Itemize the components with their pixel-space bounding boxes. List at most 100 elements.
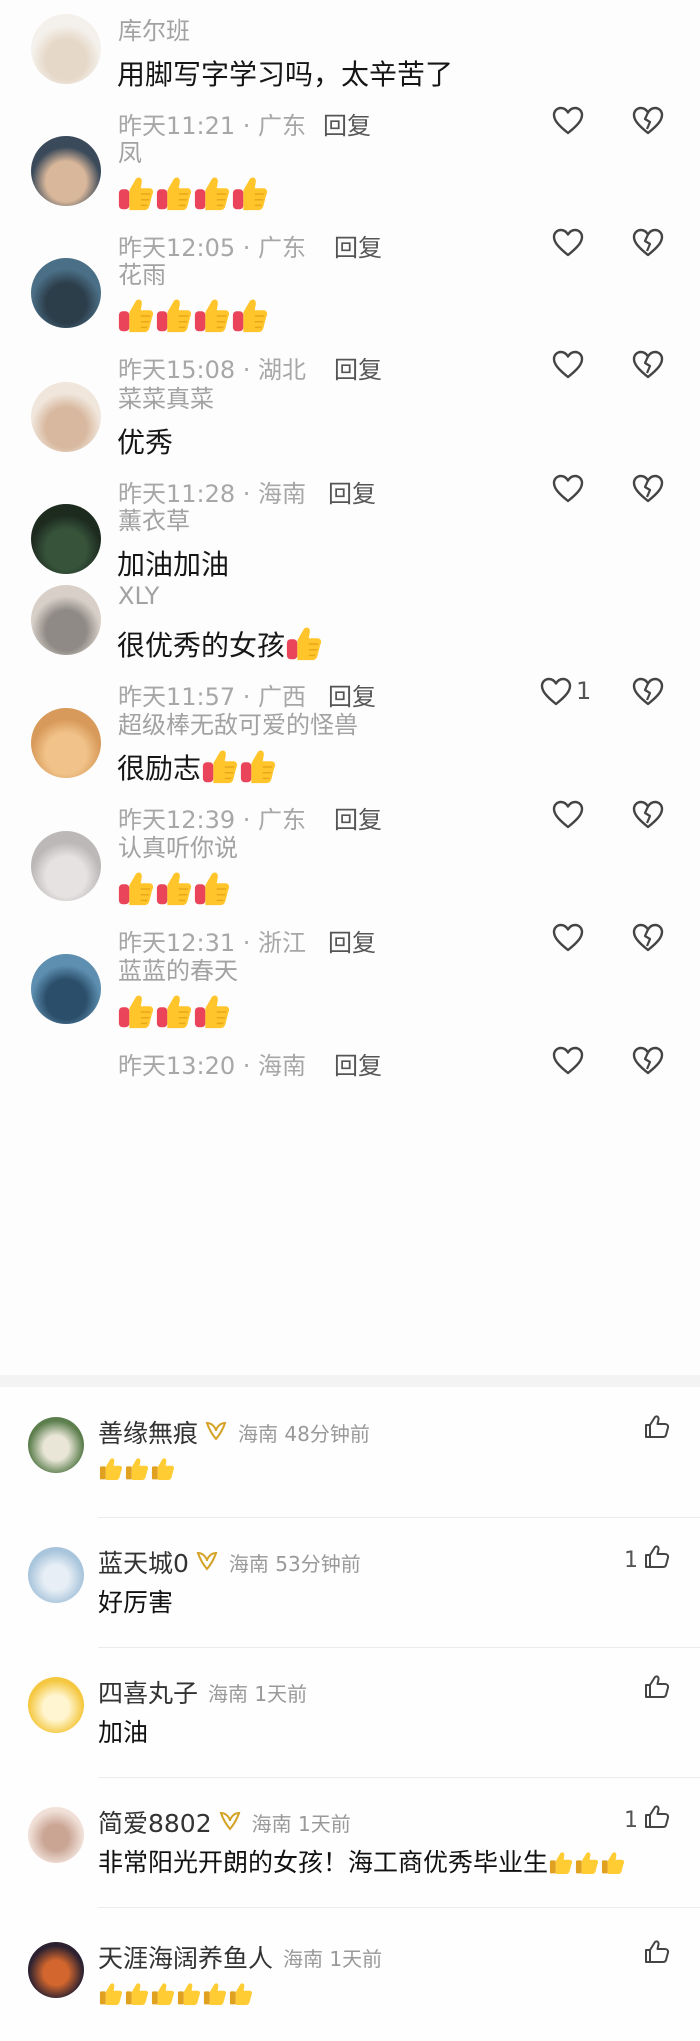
comment-content: 好厉害 [98, 1583, 173, 1619]
broken-heart-icon[interactable] [632, 1046, 664, 1076]
comment-content [117, 297, 269, 335]
divider [98, 1517, 700, 1518]
reply-button[interactable]: 回复 [334, 1046, 382, 1081]
comment-header: 四喜丸子 海南 1天前 [98, 1674, 307, 1710]
broken-heart-icon[interactable] [632, 350, 664, 380]
comment-content [117, 870, 231, 908]
like-button[interactable] [644, 1940, 670, 1970]
heart-icon[interactable] [552, 1046, 584, 1076]
heart-icon[interactable] [552, 800, 584, 830]
like-button[interactable]: 1 [624, 1805, 670, 1835]
comment-text: 优秀 [117, 426, 174, 459]
broken-heart-icon[interactable] [632, 106, 664, 136]
reply-button[interactable]: 回复 [334, 350, 382, 385]
commenter-name[interactable]: 认真听你说 [118, 828, 238, 863]
avatar[interactable] [31, 585, 101, 655]
comment-text: 好厉害 [98, 1588, 174, 1617]
thumbs-up-emoji-icon [239, 748, 277, 786]
commenter-name[interactable]: 蓝蓝的春天 [118, 951, 238, 986]
like-button[interactable] [644, 1675, 670, 1705]
commenter-name[interactable]: 善缘無痕 [98, 1414, 198, 1450]
badge-icon [195, 1548, 219, 1577]
like-button[interactable] [644, 1415, 670, 1445]
comment-item: 蓝蓝的春天 昨天13:20 · 海南 回复 [0, 954, 700, 1120]
avatar[interactable] [31, 258, 101, 328]
thumbs-up-icon[interactable] [644, 1415, 670, 1445]
heart-icon[interactable] [552, 923, 584, 953]
like-count: 1 [576, 677, 592, 705]
avatar[interactable] [31, 136, 101, 206]
commenter-name[interactable]: XLY [118, 582, 159, 610]
comment-meta: 昨天11:21 · 广东 [118, 112, 307, 140]
avatar[interactable] [28, 1807, 84, 1863]
avatar[interactable] [31, 954, 101, 1024]
commenter-name[interactable]: 花雨 [118, 255, 166, 290]
commenter-name[interactable]: 四喜丸子 [98, 1674, 198, 1710]
commenter-name[interactable]: 薰衣草 [118, 501, 190, 536]
divider [98, 1907, 700, 1908]
commenter-name[interactable]: 超级棒无敌可爱的怪兽 [118, 705, 358, 740]
heart-icon[interactable] [552, 106, 584, 136]
thumbs-up-emoji-icon [231, 297, 269, 335]
avatar[interactable] [31, 382, 101, 452]
thumbs-up-emoji-icon [124, 1453, 150, 1482]
avatar[interactable] [28, 1677, 84, 1733]
avatar[interactable] [28, 1417, 84, 1473]
thumbs-up-icon[interactable] [644, 1545, 670, 1575]
reply-button[interactable]: 回复 [323, 106, 371, 141]
broken-heart-icon[interactable] [632, 800, 664, 830]
avatar[interactable] [31, 14, 101, 84]
thumbs-up-emoji-icon [228, 1978, 254, 2007]
thumbs-up-emoji-icon [193, 297, 231, 335]
broken-heart-icon[interactable] [632, 474, 664, 504]
like-count: 1 [624, 1547, 638, 1573]
thumbs-up-icon[interactable] [644, 1805, 670, 1835]
thumbs-up-emoji-icon [202, 1978, 228, 2007]
avatar[interactable] [31, 831, 101, 901]
thumbs-up-icon[interactable] [644, 1940, 670, 1970]
commenter-name[interactable]: 简爱8802 [98, 1804, 212, 1840]
comment-content [98, 1978, 254, 2007]
broken-heart-icon[interactable] [632, 923, 664, 953]
heart-icon[interactable] [540, 677, 572, 707]
thumbs-up-emoji-icon [193, 993, 231, 1031]
reply-button[interactable]: 回复 [334, 228, 382, 263]
like-button[interactable]: 1 [624, 1545, 670, 1575]
divider [98, 1647, 700, 1648]
comment-content: 加油 [98, 1713, 148, 1749]
comment-content: 很励志 [117, 747, 277, 787]
comment-header: 简爱8802 海南 1天前 [98, 1804, 351, 1840]
thumbs-up-emoji-icon [193, 175, 231, 213]
comment-text: 加油加油 [117, 548, 230, 581]
comment-list-top: 库尔班 用脚写字学习吗，太辛苦了 昨天11:21 · 广东 回复凤 昨天12:05 ·… [0, 0, 700, 1375]
thumbs-up-emoji-icon [201, 748, 239, 786]
heart-icon[interactable] [552, 228, 584, 258]
comment-content: 用脚写字学习吗，太辛苦了 [117, 53, 453, 93]
thumbs-up-emoji-icon [285, 625, 323, 663]
comment-text: 加油 [98, 1718, 149, 1747]
commenter-name[interactable]: 库尔班 [118, 11, 190, 46]
badge-icon [204, 1418, 228, 1447]
comment-location-time: 海南 1天前 [283, 1946, 383, 1971]
commenter-name[interactable]: 蓝天城0 [98, 1544, 189, 1580]
comment-content: 非常阳光开朗的女孩！海工商优秀毕业生 [98, 1843, 626, 1879]
reply-button[interactable]: 回复 [334, 800, 382, 835]
avatar[interactable] [28, 1942, 84, 1998]
thumbs-up-emoji-icon [193, 870, 231, 908]
commenter-name[interactable]: 菜菜真菜 [118, 379, 214, 414]
reply-button[interactable]: 回复 [328, 923, 376, 958]
broken-heart-icon[interactable] [632, 228, 664, 258]
comment-text: 很励志 [117, 752, 202, 785]
heart-icon[interactable] [552, 474, 584, 504]
broken-heart-icon[interactable] [632, 677, 664, 707]
reply-button[interactable]: 回复 [328, 474, 376, 509]
thumbs-up-icon[interactable] [644, 1675, 670, 1705]
commenter-name[interactable]: 天涯海阔养鱼人 [98, 1939, 273, 1975]
thumbs-up-emoji-icon [150, 1453, 176, 1482]
thumbs-up-emoji-icon [176, 1978, 202, 2007]
avatar[interactable] [31, 504, 101, 574]
commenter-name[interactable]: 凤 [118, 133, 142, 168]
avatar[interactable] [31, 708, 101, 778]
heart-icon[interactable] [552, 350, 584, 380]
avatar[interactable] [28, 1547, 84, 1603]
